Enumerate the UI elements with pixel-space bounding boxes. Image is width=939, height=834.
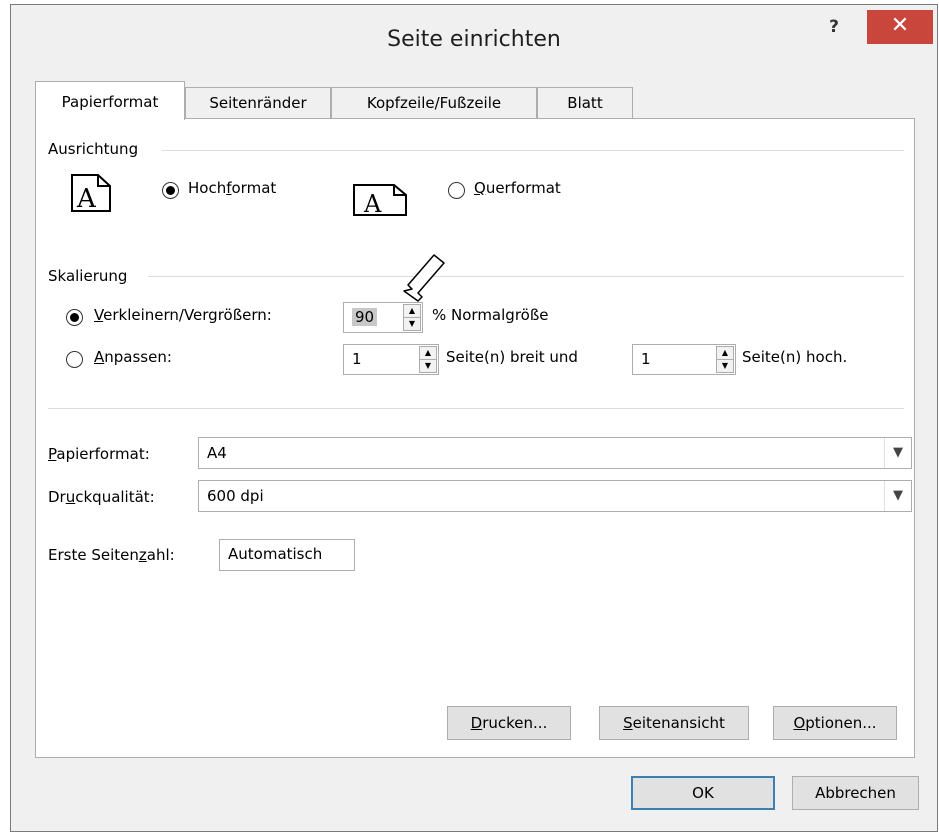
portrait-page-icon: A xyxy=(71,174,111,213)
fit-wide-input[interactable]: 1 ▲ ▼ xyxy=(343,344,439,375)
print-button[interactable]: Drucken... xyxy=(447,706,571,740)
chevron-down-icon[interactable]: ▼ xyxy=(884,481,911,511)
first-page-number-input[interactable]: Automatisch xyxy=(219,539,355,571)
spinner-up-icon[interactable]: ▲ xyxy=(717,347,733,360)
portrait-radio[interactable] xyxy=(162,182,179,199)
fit-tall-value: 1 xyxy=(641,350,651,368)
landscape-page-icon: A xyxy=(353,184,407,217)
fit-tall-input[interactable]: 1 ▲ ▼ xyxy=(632,344,736,375)
paper-size-select[interactable]: A4 ▼ xyxy=(198,437,912,469)
paper-size-label: Papierformat: xyxy=(48,445,150,463)
tab-seitenraender[interactable]: Seitenränder xyxy=(185,87,331,119)
fit-wide-suffix: Seite(n) breit und xyxy=(446,348,578,366)
spinner-down-icon[interactable]: ▼ xyxy=(717,360,733,373)
fit-label[interactable]: Anpassen: xyxy=(94,348,172,366)
ok-button[interactable]: OK xyxy=(631,776,775,810)
portrait-radio-dot xyxy=(166,186,175,195)
spinner-down-icon[interactable]: ▼ xyxy=(404,318,420,331)
first-page-number-value: Automatisch xyxy=(228,545,323,563)
spinner-down-icon[interactable]: ▼ xyxy=(420,360,436,373)
print-quality-value: 600 dpi xyxy=(207,487,264,505)
print-quality-label: Druckqualität: xyxy=(48,488,155,506)
print-quality-select[interactable]: 600 dpi ▼ xyxy=(198,480,912,512)
adjust-label[interactable]: Verkleinern/Vergrößern: xyxy=(94,306,272,324)
mouse-pointer-arrow-icon xyxy=(403,254,445,302)
cancel-button[interactable]: Abbrechen xyxy=(792,776,919,810)
dialog-title: Seite einrichten xyxy=(387,27,561,52)
portrait-icon-letter: A xyxy=(76,184,97,213)
adjust-percent-value: 90 xyxy=(352,308,378,326)
help-button[interactable]: ? xyxy=(823,17,845,39)
fit-wide-spinner[interactable]: ▲ ▼ xyxy=(419,346,437,373)
landscape-label[interactable]: Querformat xyxy=(474,179,561,197)
tab-kopfzeile-fusszeile[interactable]: Kopfzeile/Fußzeile xyxy=(331,87,537,119)
portrait-label[interactable]: Hochformat xyxy=(188,179,276,197)
spinner-up-icon[interactable]: ▲ xyxy=(420,347,436,360)
page-setup-dialog: Seite einrichten ? ✕ Papierformat Seiten… xyxy=(10,4,938,832)
tab-blatt[interactable]: Blatt xyxy=(537,87,633,119)
scaling-group-label: Skalierung xyxy=(48,267,128,285)
first-page-number-label: Erste Seitenzahl: xyxy=(48,546,175,564)
fit-wide-value: 1 xyxy=(352,350,362,368)
print-preview-button[interactable]: Seitenansicht xyxy=(599,706,749,740)
orientation-divider xyxy=(162,150,904,151)
chevron-down-icon[interactable]: ▼ xyxy=(884,438,911,468)
paper-size-value: A4 xyxy=(207,444,227,462)
orientation-group-label: Ausrichtung xyxy=(48,140,139,158)
options-button[interactable]: Optionen... xyxy=(773,706,897,740)
fit-tall-suffix: Seite(n) hoch. xyxy=(742,348,848,366)
adjust-radio-dot xyxy=(70,313,79,322)
scaling-divider xyxy=(148,276,904,277)
tab-panel-papierformat: Ausrichtung A Hochformat A Querformat Sk… xyxy=(35,118,915,758)
landscape-radio[interactable] xyxy=(448,182,465,199)
title-bar: Seite einrichten ? ✕ xyxy=(11,5,937,71)
fit-radio[interactable] xyxy=(66,351,83,368)
landscape-icon-letter: A xyxy=(363,190,382,217)
tab-papierformat[interactable]: Papierformat xyxy=(35,81,185,120)
section-divider xyxy=(48,408,904,409)
fit-tall-spinner[interactable]: ▲ ▼ xyxy=(716,346,734,373)
close-button[interactable]: ✕ xyxy=(867,10,933,44)
adjust-radio[interactable] xyxy=(66,309,83,326)
